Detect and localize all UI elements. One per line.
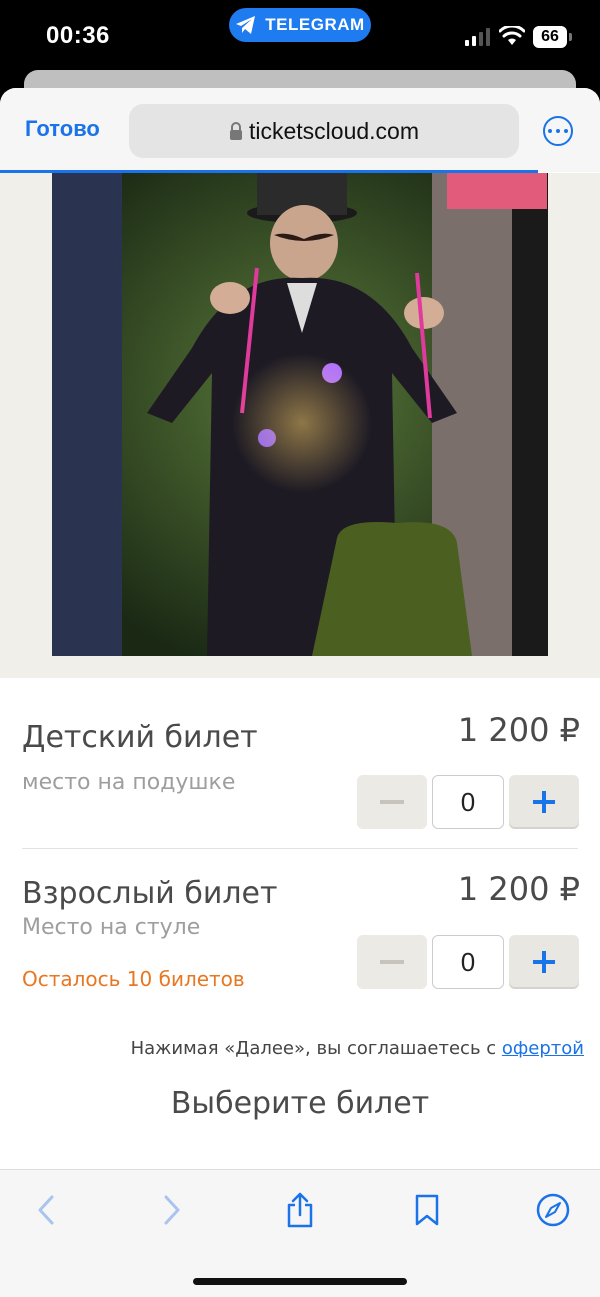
lock-icon — [229, 122, 242, 140]
browser-header: Готово ticketscloud.com — [0, 88, 600, 173]
event-photo — [52, 173, 548, 656]
plus-icon — [533, 791, 555, 813]
decrement-button[interactable] — [357, 935, 427, 989]
quantity-value[interactable]: 0 — [432, 935, 504, 989]
ticket-subtitle: Место на стуле — [22, 915, 201, 940]
minus-icon — [380, 800, 404, 804]
increment-button[interactable] — [509, 935, 579, 989]
compass-icon — [536, 1193, 570, 1227]
telegram-pill-label: TELEGRAM — [265, 15, 365, 34]
more-dot — [556, 129, 560, 133]
tickets-remaining: Осталось 10 билетов — [22, 967, 245, 991]
quantity-stepper: 0 — [357, 935, 579, 989]
ticket-name: Взрослый билет — [22, 876, 278, 911]
web-page: Детский билет место на подушке 1 200 ₽ 0… — [0, 173, 600, 1173]
in-app-browser-sheet: Готово ticketscloud.com Детский билет ме… — [0, 88, 600, 1297]
ticket-price: 1 200 ₽ — [457, 711, 580, 749]
battery-icon: 66 — [533, 26, 567, 48]
battery-tip — [569, 33, 572, 41]
bookmarks-button[interactable] — [407, 1190, 447, 1230]
share-icon — [287, 1192, 313, 1228]
agreement-text: Нажимая «Далее», вы соглашаетесь с оферт… — [131, 1038, 584, 1059]
more-options-button[interactable] — [543, 116, 573, 146]
increment-button[interactable] — [509, 775, 579, 829]
performer-illustration — [52, 173, 548, 656]
back-to-telegram-pill[interactable]: TELEGRAM — [229, 8, 371, 42]
url-text: ticketscloud.com — [248, 117, 419, 144]
home-indicator — [193, 1278, 407, 1285]
browser-toolbar — [0, 1169, 600, 1297]
quantity-value[interactable]: 0 — [432, 775, 504, 829]
address-bar[interactable]: ticketscloud.com — [129, 104, 519, 158]
event-image-area — [0, 173, 600, 678]
plus-icon — [533, 951, 555, 973]
minus-icon — [380, 960, 404, 964]
chevron-left-icon — [38, 1195, 54, 1225]
wifi-icon — [499, 26, 525, 45]
chevron-right-icon — [164, 1195, 180, 1225]
more-dot — [548, 129, 552, 133]
forward-button[interactable] — [152, 1190, 192, 1230]
ticket-price: 1 200 ₽ — [457, 870, 580, 908]
more-dot — [564, 129, 568, 133]
telegram-icon — [236, 16, 256, 34]
ticket-divider — [22, 848, 578, 849]
back-button[interactable] — [26, 1190, 66, 1230]
share-button[interactable] — [280, 1190, 320, 1230]
cellular-signal-icon — [465, 28, 490, 46]
done-button[interactable]: Готово — [25, 116, 100, 142]
decrement-button[interactable] — [357, 775, 427, 829]
agreement-label: Нажимая «Далее», вы соглашаетесь с — [130, 1038, 502, 1059]
bookmark-icon — [415, 1194, 439, 1226]
ticket-name: Детский билет — [22, 720, 258, 755]
quantity-stepper: 0 — [357, 775, 579, 829]
offer-link[interactable]: офертой — [502, 1038, 584, 1059]
status-bar: 00:36 TELEGRAM 66 — [0, 0, 600, 72]
ticket-subtitle: место на подушке — [22, 770, 236, 795]
open-in-safari-button[interactable] — [533, 1190, 573, 1230]
choose-ticket-button[interactable]: Выберите билет — [0, 1086, 600, 1121]
status-time: 00:36 — [46, 22, 110, 49]
